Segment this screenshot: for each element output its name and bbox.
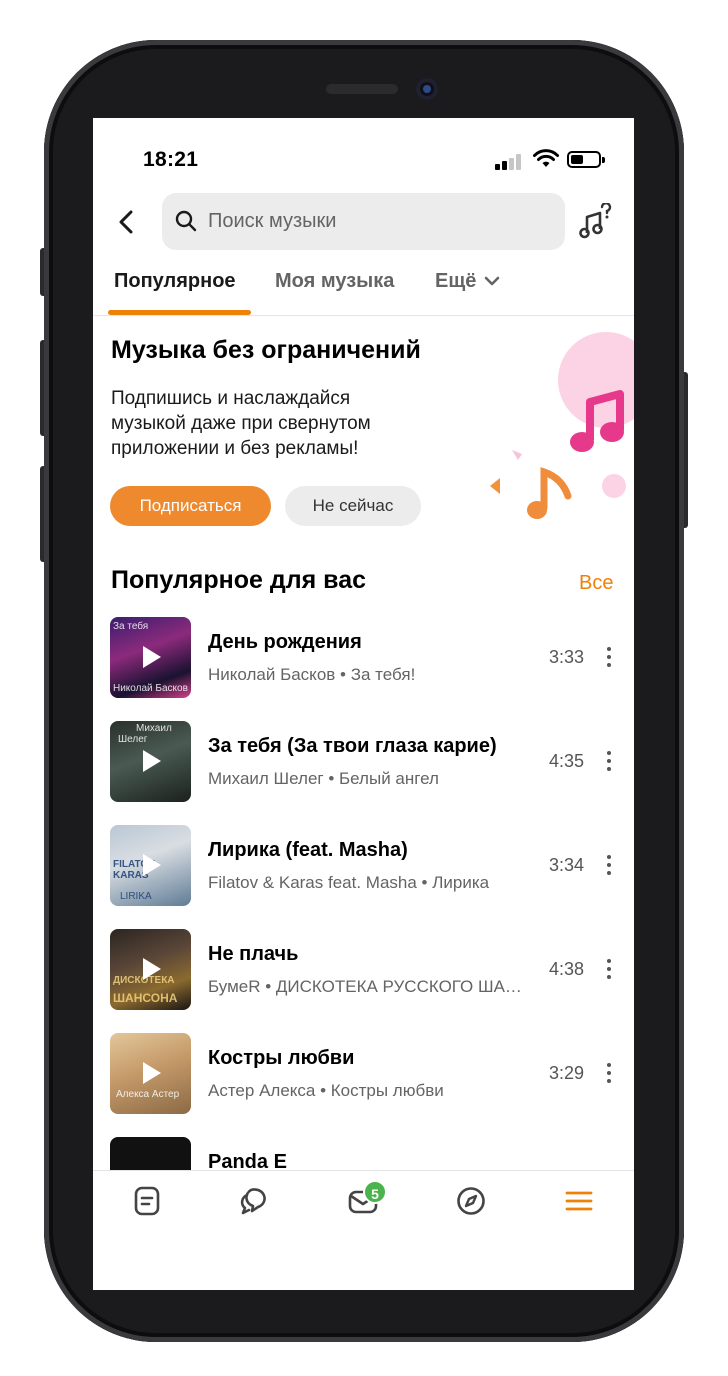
wifi-icon bbox=[533, 149, 559, 167]
cellular-signal-icon bbox=[495, 154, 527, 170]
music-tabs: Популярное Моя музыка Ещё bbox=[93, 266, 634, 316]
track-duration: 3:33 bbox=[549, 647, 585, 667]
album-cover[interactable]: Алекса Астер bbox=[110, 1033, 191, 1114]
cover-text: Шелег bbox=[118, 734, 148, 745]
album-cover[interactable]: FILATOV KARAS LIRIKA bbox=[110, 825, 191, 906]
feed-icon[interactable] bbox=[131, 1185, 163, 1217]
play-icon bbox=[143, 958, 161, 980]
track-artist-album: Filatov & Karas feat. Masha • Лирика bbox=[208, 873, 490, 892]
track-artist-album: Михаил Шелег • Белый ангел bbox=[208, 769, 439, 788]
bottom-navigation: 5 bbox=[93, 1170, 634, 1290]
discover-icon[interactable] bbox=[455, 1185, 487, 1217]
track-row[interactable]: Михаил Шелег За тебя (За твои глаза кари… bbox=[93, 721, 634, 825]
messages-badge: 5 bbox=[363, 1180, 387, 1204]
track-duration: 3:34 bbox=[549, 855, 585, 875]
play-icon bbox=[143, 646, 161, 668]
menu-icon[interactable] bbox=[563, 1185, 595, 1217]
active-tab-indicator bbox=[108, 310, 251, 315]
track-artist-album: БумеR • ДИСКОТЕКА РУССКОГО ШАНСОНА bbox=[208, 977, 530, 996]
more-options-icon[interactable] bbox=[606, 959, 612, 981]
promo-text: Подпишись и наслаждайся музыкой даже при… bbox=[111, 386, 441, 461]
chats-icon[interactable] bbox=[239, 1185, 271, 1217]
album-cover[interactable]: За тебя Николай Басков bbox=[110, 617, 191, 698]
track-title: За тебя (За твои глаза карие) bbox=[208, 735, 497, 757]
app-screen: 18:21 Поиск музыки Популярное Моя музыка… bbox=[93, 118, 634, 1290]
track-row[interactable]: FILATOV KARAS LIRIKA Лирика (feat. Masha… bbox=[93, 825, 634, 929]
track-title: Не плачь bbox=[208, 943, 299, 965]
track-title: Костры любви bbox=[208, 1047, 355, 1069]
music-recognition-icon[interactable] bbox=[578, 203, 612, 239]
back-chevron-icon[interactable] bbox=[115, 206, 139, 238]
track-row[interactable]: Алекса Астер Костры любви Астер Алекса •… bbox=[93, 1033, 634, 1137]
track-artist-album: Астер Алекса • Костры любви bbox=[208, 1081, 444, 1100]
subscribe-button[interactable]: Подписаться bbox=[110, 486, 271, 526]
search-placeholder: Поиск музыки bbox=[208, 210, 337, 232]
track-duration: 4:38 bbox=[549, 959, 585, 979]
track-title: День рождения bbox=[208, 631, 362, 653]
promo-text-line: Подпишись и наслаждайся bbox=[111, 388, 351, 409]
status-time: 18:21 bbox=[143, 148, 199, 171]
tab-popular[interactable]: Популярное bbox=[114, 270, 236, 293]
album-cover[interactable]: ДИСКОТЕКА ШАНСОНА bbox=[110, 929, 191, 1010]
promo-text-line: музыкой даже при свернутом bbox=[111, 413, 371, 434]
orange-note-icon bbox=[527, 467, 572, 519]
tab-more-label: Ещё bbox=[435, 270, 477, 292]
tab-more[interactable]: Ещё bbox=[435, 270, 500, 293]
promo-text-line: приложении и без рекламы! bbox=[111, 438, 359, 459]
cover-text: Михаил bbox=[136, 723, 172, 734]
see-all-link[interactable]: Все bbox=[579, 572, 613, 595]
promo-title: Музыка без ограничений bbox=[111, 336, 421, 364]
phone-speaker bbox=[326, 84, 398, 94]
play-icon bbox=[143, 750, 161, 772]
more-options-icon[interactable] bbox=[606, 855, 612, 877]
play-icon bbox=[143, 1062, 161, 1084]
album-cover[interactable]: Михаил Шелег bbox=[110, 721, 191, 802]
cover-text: ШАНСОНА bbox=[113, 991, 178, 1005]
cover-text: Алекса Астер bbox=[116, 1089, 180, 1100]
battery-icon bbox=[567, 151, 605, 168]
more-options-icon[interactable] bbox=[606, 751, 612, 773]
section-title: Популярное для вас bbox=[111, 566, 367, 594]
track-duration: 3:29 bbox=[549, 1063, 585, 1083]
track-duration: 4:35 bbox=[549, 751, 585, 771]
chevron-down-icon bbox=[484, 276, 500, 286]
cover-text: LIRIKA bbox=[120, 891, 152, 902]
search-icon bbox=[175, 210, 197, 232]
track-title: Лирика (feat. Masha) bbox=[208, 839, 408, 861]
cover-text: За тебя bbox=[113, 621, 149, 632]
more-options-icon[interactable] bbox=[606, 1063, 612, 1085]
tab-my-music[interactable]: Моя музыка bbox=[275, 270, 394, 293]
more-options-icon[interactable] bbox=[606, 647, 612, 669]
music-notes-illustration bbox=[490, 332, 634, 519]
not-now-button[interactable]: Не сейчас bbox=[285, 486, 421, 526]
track-row[interactable]: За тебя Николай Басков День рождения Ник… bbox=[93, 617, 634, 721]
cover-text: Николай Басков bbox=[113, 683, 188, 694]
front-camera bbox=[416, 78, 438, 100]
play-icon bbox=[143, 854, 161, 876]
track-artist-album: Николай Басков • За тебя! bbox=[208, 665, 416, 684]
search-input[interactable]: Поиск музыки bbox=[162, 193, 565, 250]
track-row[interactable]: ДИСКОТЕКА ШАНСОНА Не плачь БумеR • ДИСКО… bbox=[93, 929, 634, 1033]
